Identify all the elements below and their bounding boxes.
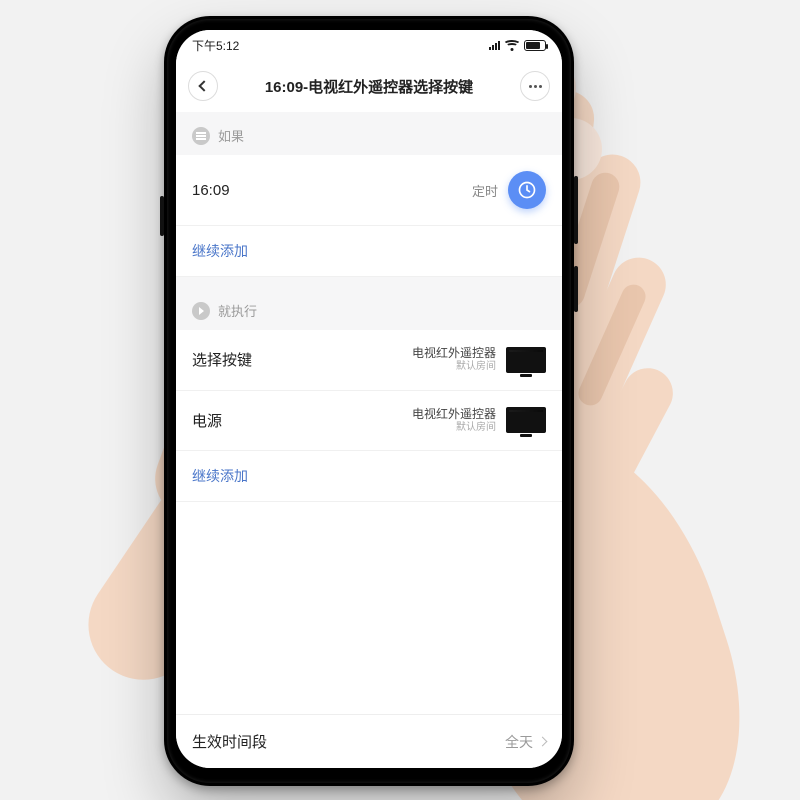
action-row[interactable]: 选择按键 电视红外遥控器 默认房间 <box>176 330 562 391</box>
more-button[interactable] <box>520 71 550 101</box>
action-device-room: 默认房间 <box>412 422 496 435</box>
list-icon <box>192 127 210 145</box>
arrow-icon <box>192 302 210 320</box>
action-row[interactable]: 电源 电视红外遥控器 默认房间 <box>176 391 562 452</box>
wifi-icon <box>505 40 519 50</box>
condition-time: 16:09 <box>192 182 472 199</box>
status-time: 下午5:12 <box>192 37 239 54</box>
tv-icon <box>506 407 546 433</box>
app-header: 16:09-电视红外遥控器选择按键 <box>176 60 562 112</box>
page-title: 16:09-电视红外遥控器选择按键 <box>265 76 473 97</box>
chevron-right-icon <box>538 737 548 747</box>
then-add-more[interactable]: 继续添加 <box>176 451 562 502</box>
then-add-more-label: 继续添加 <box>192 466 248 486</box>
signal-icon <box>489 40 500 50</box>
effective-period-row[interactable]: 生效时间段 全天 <box>176 714 562 768</box>
condition-type: 定时 <box>472 181 498 200</box>
action-device-room: 默认房间 <box>412 361 496 374</box>
battery-icon <box>524 40 546 51</box>
if-add-more[interactable]: 继续添加 <box>176 226 562 277</box>
then-section-header: 就执行 <box>176 287 562 330</box>
if-label: 如果 <box>218 126 244 145</box>
back-button[interactable] <box>188 71 218 101</box>
phone-frame: 下午5:12 16:09-电视红外遥控器选择按键 <box>164 16 574 786</box>
condition-row[interactable]: 16:09 定时 <box>176 155 562 226</box>
status-bar: 下午5:12 <box>176 30 562 60</box>
phone-screen: 下午5:12 16:09-电视红外遥控器选择按键 <box>176 30 562 768</box>
effective-period-value: 全天 <box>505 732 533 752</box>
if-section-header: 如果 <box>176 112 562 155</box>
clock-icon <box>508 171 546 209</box>
action-title: 选择按键 <box>192 349 412 370</box>
action-device-name: 电视红外遥控器 <box>412 407 496 422</box>
chevron-left-icon <box>198 80 209 91</box>
action-device-name: 电视红外遥控器 <box>412 346 496 361</box>
then-label: 就执行 <box>218 301 257 320</box>
action-title: 电源 <box>192 410 412 431</box>
tv-icon <box>506 347 546 373</box>
effective-period-label: 生效时间段 <box>192 731 267 752</box>
more-icon <box>529 85 542 88</box>
if-add-more-label: 继续添加 <box>192 241 248 261</box>
